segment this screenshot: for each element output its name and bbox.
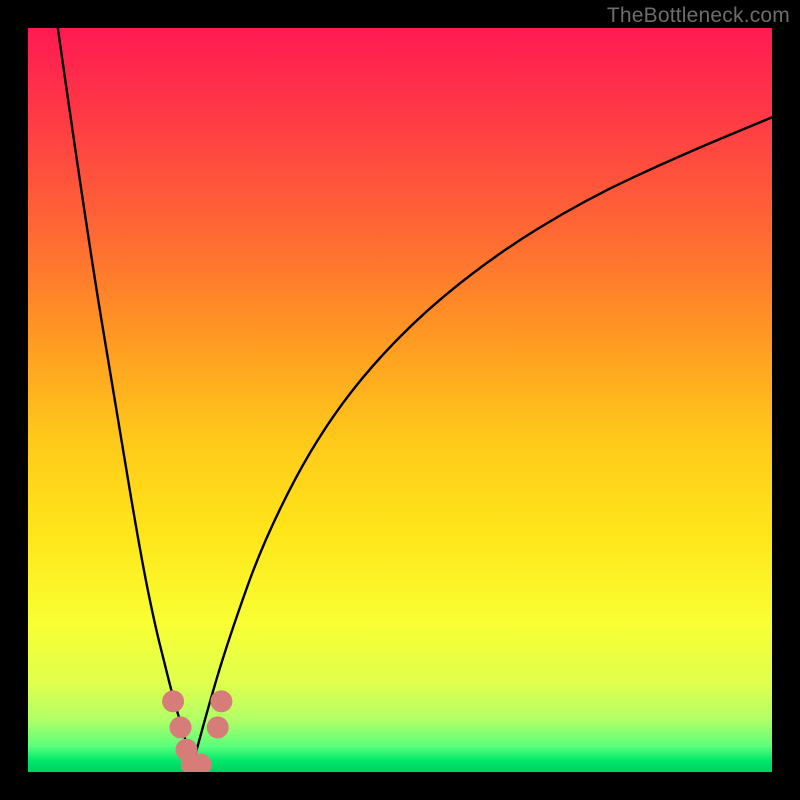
- data-markers: [162, 690, 232, 772]
- data-marker-5: [207, 716, 229, 738]
- bottleneck-curve: [58, 28, 772, 768]
- chart-frame: TheBottleneck.com: [0, 0, 800, 800]
- curve-overlay: [28, 28, 772, 772]
- plot-area: [28, 28, 772, 772]
- data-marker-0: [162, 690, 184, 712]
- watermark-text: TheBottleneck.com: [607, 4, 790, 28]
- data-marker-6: [210, 690, 232, 712]
- data-marker-1: [170, 716, 192, 738]
